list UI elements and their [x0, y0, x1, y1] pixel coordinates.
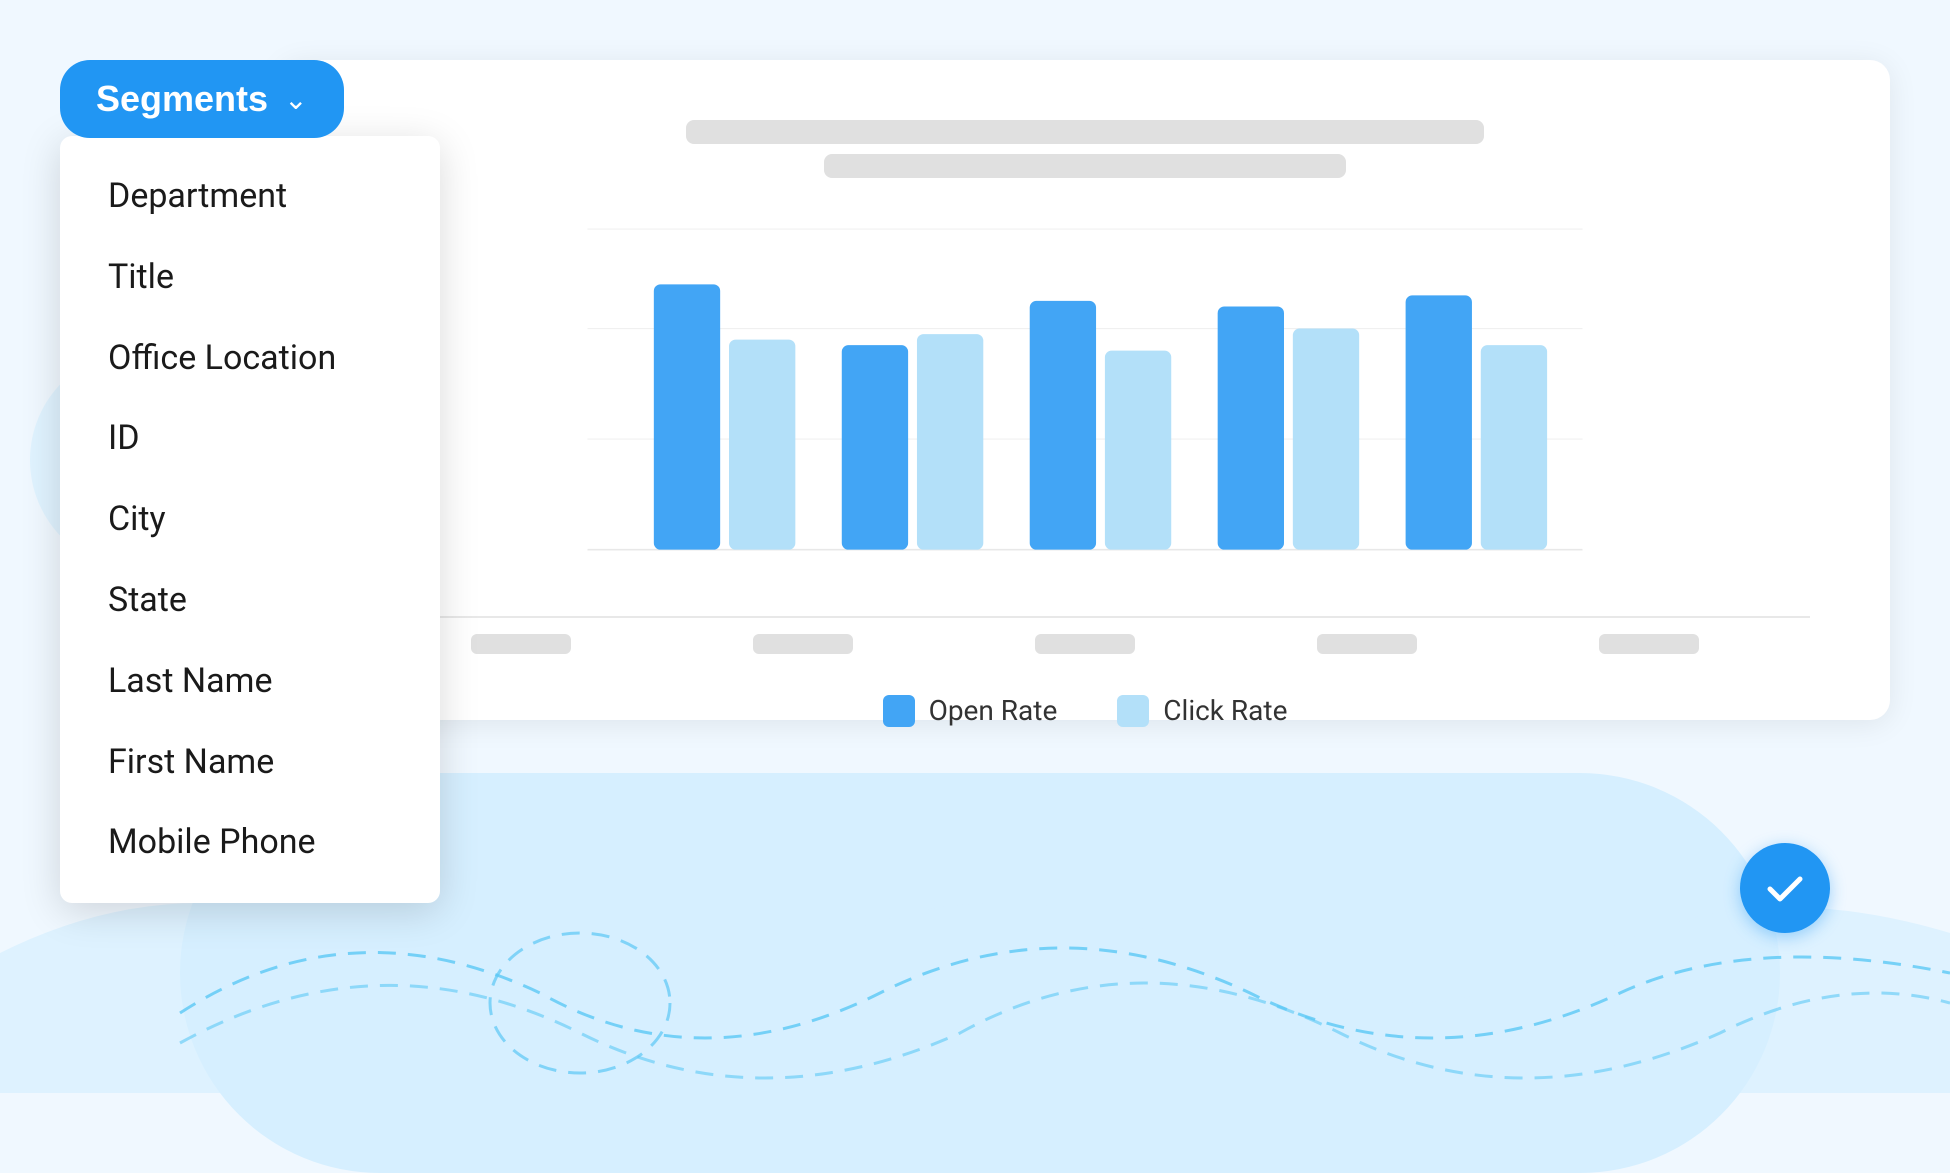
- dropdown-item-city[interactable]: City: [60, 479, 440, 560]
- dropdown-item-last-name[interactable]: Last Name: [60, 641, 440, 722]
- x-label-1: [471, 634, 571, 654]
- chart-subtitle-skeleton: [824, 154, 1346, 178]
- dropdown-item-title[interactable]: Title: [60, 237, 440, 318]
- dropdown-item-id[interactable]: ID: [60, 398, 440, 479]
- legend-open-rate: Open Rate: [883, 694, 1058, 727]
- x-label-2: [753, 634, 853, 654]
- dropdown-item-mobile-phone[interactable]: Mobile Phone: [60, 802, 440, 883]
- dropdown-item-office-location[interactable]: Office Location: [60, 318, 440, 399]
- open-rate-label: Open Rate: [929, 694, 1058, 727]
- chart-legend: Open Rate Click Rate: [360, 694, 1810, 727]
- dropdown-item-state[interactable]: State: [60, 560, 440, 641]
- segments-label: Segments: [96, 78, 268, 120]
- bar-chart-area: [360, 218, 1810, 618]
- chart-title-skeleton: [686, 120, 1484, 144]
- x-label-4: [1317, 634, 1417, 654]
- legend-click-rate: Click Rate: [1117, 694, 1287, 727]
- segments-dropdown-menu: Department Title Office Location ID City…: [60, 136, 440, 903]
- checkmark-badge: [1740, 843, 1830, 933]
- x-label-3: [1035, 634, 1135, 654]
- open-rate-color-swatch: [883, 695, 915, 727]
- chart-card: Open Rate Click Rate: [280, 60, 1890, 720]
- dropdown-item-first-name[interactable]: First Name: [60, 722, 440, 803]
- segments-dropdown-button[interactable]: Segments ⌄: [60, 60, 344, 138]
- x-axis-labels: [360, 634, 1810, 654]
- click-rate-label: Click Rate: [1163, 694, 1287, 727]
- chevron-down-icon: ⌄: [284, 83, 307, 116]
- click-rate-color-swatch: [1117, 695, 1149, 727]
- x-label-5: [1599, 634, 1699, 654]
- dropdown-item-department[interactable]: Department: [60, 156, 440, 237]
- main-container: Segments ⌄ Department Title Office Locat…: [60, 60, 1890, 1033]
